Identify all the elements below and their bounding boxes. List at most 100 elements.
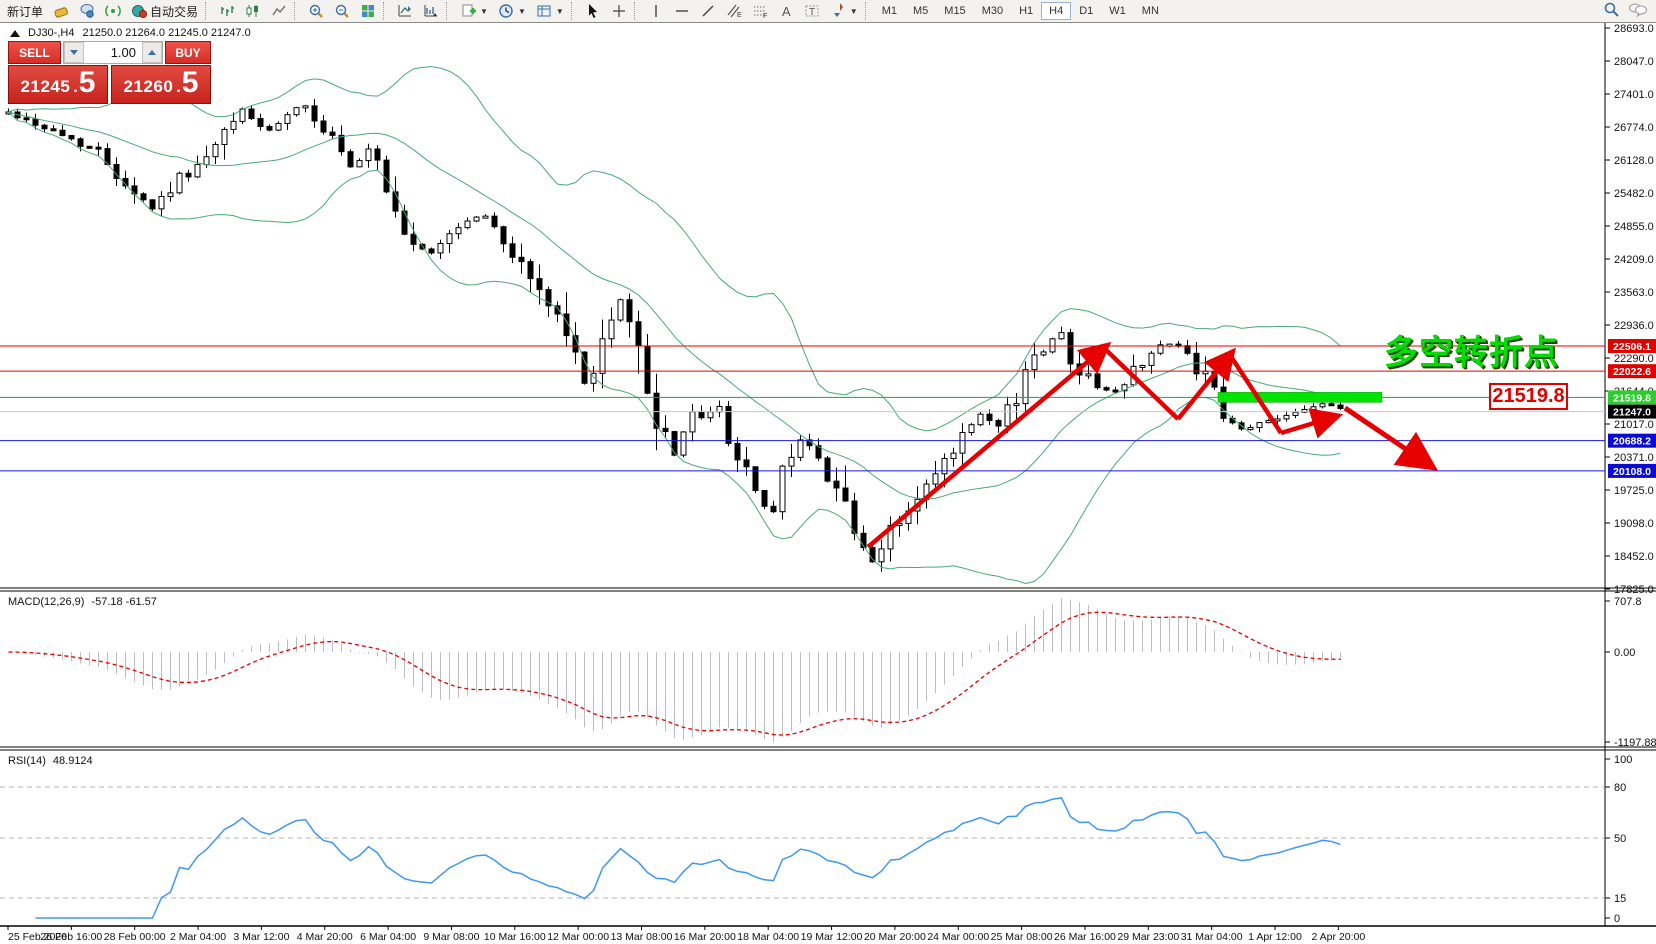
chat-icon[interactable]: [1628, 2, 1648, 21]
svg-text:21519.8: 21519.8: [1613, 392, 1651, 404]
indicator-window-button[interactable]: [418, 1, 444, 22]
svg-text:22022.6: 22022.6: [1613, 366, 1651, 378]
svg-text:15: 15: [1614, 893, 1626, 905]
svg-text:20371.0: 20371.0: [1614, 452, 1654, 464]
line-chart-button[interactable]: [266, 1, 292, 22]
vline-tool-button[interactable]: [643, 1, 669, 22]
search-icon[interactable]: [1603, 1, 1620, 21]
tf-m5-button[interactable]: M5: [905, 2, 936, 20]
toolbar-separator: [865, 2, 870, 20]
chart-canvas[interactable]: 28693.028047.027401.026774.026128.025482…: [0, 23, 1656, 943]
tf-w1-button[interactable]: W1: [1101, 2, 1134, 20]
candlestick-button[interactable]: [240, 1, 266, 22]
fibonacci-icon: F: [752, 3, 768, 19]
rsi-label: RSI(14) 48.9124: [8, 755, 93, 767]
chart-window[interactable]: 28693.028047.027401.026774.026128.025482…: [0, 23, 1656, 943]
tf-m30-button[interactable]: M30: [974, 2, 1011, 20]
buy-price-frac: 5: [182, 70, 199, 96]
turning-point-annotation[interactable]: 多空转折点: [1384, 325, 1559, 374]
svg-text:26774.0: 26774.0: [1614, 122, 1654, 134]
period-button[interactable]: ▼: [493, 1, 531, 22]
indicator-window-icon: [423, 3, 439, 19]
fibonacci-tool-button[interactable]: F: [747, 1, 773, 22]
svg-text:50: 50: [1614, 833, 1626, 845]
tf-mn-button[interactable]: MN: [1134, 2, 1167, 20]
crosshair-tool-button[interactable]: [606, 1, 632, 22]
new-order-button[interactable]: 新订单: [2, 1, 48, 22]
svg-text:707.8: 707.8: [1614, 596, 1642, 608]
template-icon: [536, 3, 552, 19]
sell-price-int: 21245: [21, 77, 71, 97]
buy-price-button[interactable]: 21260 . 5: [111, 65, 211, 104]
arrows-tool-button[interactable]: ▼: [825, 1, 863, 22]
tile-windows-button[interactable]: [355, 1, 381, 22]
timeframe-group: M1M5M15M30H1H4D1W1MN: [874, 2, 1167, 20]
svg-text:20 Mar 20:00: 20 Mar 20:00: [864, 931, 926, 943]
toolbar-separator: [446, 2, 451, 20]
svg-text:80: 80: [1614, 782, 1626, 794]
svg-text:9 Mar 08:00: 9 Mar 08:00: [423, 931, 479, 943]
svg-text:28693.0: 28693.0: [1614, 23, 1654, 35]
svg-text:18452.0: 18452.0: [1614, 551, 1654, 563]
svg-text:20688.2: 20688.2: [1613, 436, 1651, 448]
dropdown-caret-icon: ▼: [556, 7, 564, 16]
channel-icon: E: [726, 3, 742, 19]
indicator-list-icon: [397, 3, 413, 19]
trendline-tool-button[interactable]: [695, 1, 721, 22]
volume-stepper: 1.00: [63, 41, 163, 64]
rsi-value: 48.9124: [53, 755, 93, 767]
dropdown-caret-icon: ▼: [850, 7, 858, 16]
tf-m15-button[interactable]: M15: [936, 2, 973, 20]
tf-m1-button[interactable]: M1: [874, 2, 905, 20]
sell-label: SELL: [19, 46, 50, 60]
label-tool-button[interactable]: T: [799, 1, 825, 22]
zoom-in-button[interactable]: [303, 1, 329, 22]
chart-ohlc-values: 21250.0 21264.0 21245.0 21247.0: [82, 27, 250, 39]
volume-input[interactable]: 1.00: [84, 42, 142, 63]
tf-h4-button[interactable]: H4: [1041, 2, 1071, 20]
cursor-tool-button[interactable]: [580, 1, 606, 22]
svg-text:25482.0: 25482.0: [1614, 188, 1654, 200]
svg-text:19725.0: 19725.0: [1614, 485, 1654, 497]
tf-d1-button[interactable]: D1: [1071, 2, 1101, 20]
svg-text:28047.0: 28047.0: [1614, 56, 1654, 68]
sell-price-button[interactable]: 21245 . 5: [8, 65, 108, 104]
chat-person-button[interactable]: [74, 1, 100, 22]
toolbar-separator: [634, 2, 639, 20]
zoom-in-icon: [308, 3, 324, 19]
sell-button[interactable]: SELL: [8, 41, 61, 64]
dropdown-caret-icon: ▼: [480, 7, 488, 16]
arrows-icon: [830, 3, 846, 19]
collapse-panel-icon[interactable]: [10, 30, 20, 37]
auto-trading-button[interactable]: 自动交易: [126, 1, 203, 22]
svg-text:22936.0: 22936.0: [1614, 320, 1654, 332]
template-button[interactable]: ▼: [531, 1, 569, 22]
add-indicator-icon: [460, 3, 476, 19]
price-callout-label[interactable]: 21519.8: [1489, 383, 1568, 410]
buy-button[interactable]: BUY: [165, 41, 211, 64]
signal-button[interactable]: [100, 1, 126, 22]
candlestick-icon: [245, 3, 261, 19]
inbox-button[interactable]: [48, 1, 74, 22]
add-indicator-button[interactable]: ▼: [455, 1, 493, 22]
toolbar-separator: [294, 2, 299, 20]
zoom-out-button[interactable]: [329, 1, 355, 22]
volume-increase-button[interactable]: [142, 42, 162, 63]
tf-h1-button[interactable]: H1: [1011, 2, 1041, 20]
indicator-list-button[interactable]: [392, 1, 418, 22]
bar-chart-button[interactable]: [214, 1, 240, 22]
volume-decrease-button[interactable]: [64, 42, 84, 63]
horizontal-line-icon: [674, 3, 690, 19]
cursor-icon: [585, 3, 601, 19]
hline-tool-button[interactable]: [669, 1, 695, 22]
rsi-title: RSI(14): [8, 755, 46, 767]
toolbar-separator: [571, 2, 576, 20]
signal-icon: [105, 3, 121, 19]
text-tool-button[interactable]: A: [773, 1, 799, 22]
buy-label: BUY: [175, 46, 200, 60]
macd-label: MACD(12,26,9) -57.18 -61.57: [8, 596, 157, 608]
trendline-icon: [700, 3, 716, 19]
svg-text:100: 100: [1614, 754, 1632, 766]
channel-tool-button[interactable]: E: [721, 1, 747, 22]
vertical-line-icon: [648, 3, 664, 19]
